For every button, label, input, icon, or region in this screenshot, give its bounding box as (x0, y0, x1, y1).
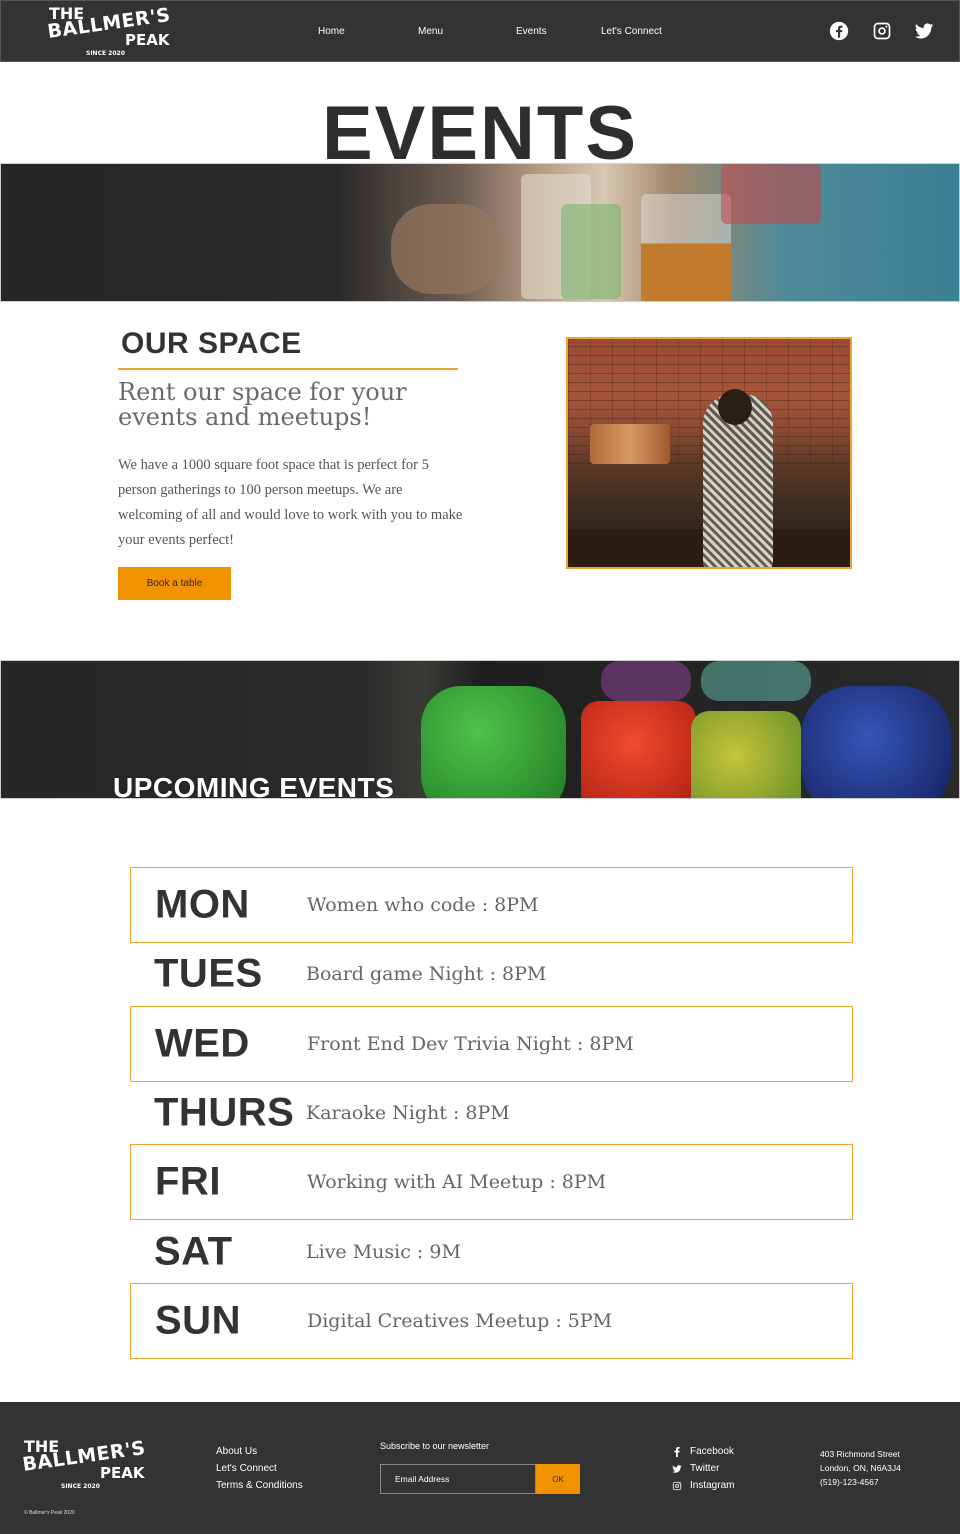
footer-links: About Us Let's Connect Terms & Condition… (216, 1443, 303, 1494)
heading-divider (118, 368, 458, 370)
footer-social-label: Twitter (690, 1463, 720, 1474)
event-name: Women who code : 8PM (307, 894, 539, 916)
event-day: THURS (154, 1090, 295, 1135)
footer-address: 403 Richmond Street London, ON, N6A3J4 (… (820, 1447, 901, 1489)
event-row-wed: WED Front End Dev Trivia Night : 8PM (130, 1006, 853, 1082)
copyright-text: © Ballmer's Peak 2020 (24, 1510, 75, 1516)
footer-twitter-link[interactable]: Twitter (672, 1460, 734, 1477)
newsletter-ok-button[interactable]: OK (536, 1464, 580, 1494)
logo-text-peak: PEAK (125, 31, 170, 49)
logo-text-since: SINCE 2020 (61, 1483, 100, 1490)
site-footer: THE BALLMER'S PEAK SINCE 2020 About Us L… (0, 1402, 960, 1534)
event-name: Board game Night : 8PM (306, 963, 547, 985)
page-title: EVENTS (321, 91, 639, 176)
event-row-mon: MON Women who code : 8PM (130, 867, 853, 943)
top-navbar: THE BALLMER'S PEAK SINCE 2020 Home Menu … (0, 0, 960, 62)
facebook-icon[interactable] (829, 21, 849, 41)
our-space-subheading: Rent our space for your events and meetu… (118, 378, 407, 431)
twitter-icon (672, 1464, 682, 1473)
event-day: SAT (154, 1229, 233, 1274)
event-day: TUES (154, 951, 263, 996)
twitter-icon[interactable] (914, 21, 934, 41)
hero-drinks-image (0, 163, 960, 302)
event-day: MON (155, 882, 250, 927)
event-day: FRI (155, 1159, 221, 1204)
facebook-icon (674, 1446, 680, 1457)
footer-social-links: Facebook Twitter Instagram (672, 1443, 734, 1494)
event-name: Working with AI Meetup : 8PM (307, 1171, 607, 1193)
logo-text-peak: PEAK (100, 1464, 145, 1482)
footer-link-terms[interactable]: Terms & Conditions (216, 1477, 303, 1494)
address-city: London, ON, N6A3J4 (820, 1463, 901, 1473)
our-space-heading: OUR SPACE (121, 327, 302, 360)
footer-link-lets-connect[interactable]: Let's Connect (216, 1460, 303, 1477)
footer-instagram-link[interactable]: Instagram (672, 1477, 734, 1494)
instagram-icon (672, 1481, 682, 1490)
logo-text-since: SINCE 2020 (86, 50, 125, 57)
brand-logo[interactable]: THE BALLMER'S PEAK SINCE 2020 (46, 4, 179, 60)
event-row-fri: FRI Working with AI Meetup : 8PM (130, 1144, 853, 1220)
upcoming-events-heading: UPCOMING EVENTS (113, 772, 395, 803)
event-day: WED (155, 1021, 250, 1066)
event-day: SUN (155, 1298, 241, 1343)
nav-link-menu[interactable]: Menu (418, 26, 443, 37)
event-row-thurs: THURS Karaoke Night : 8PM (130, 1075, 853, 1151)
newsletter-label: Subscribe to our newsletter (380, 1441, 490, 1451)
event-name: Digital Creatives Meetup : 5PM (307, 1310, 613, 1332)
footer-facebook-link[interactable]: Facebook (672, 1443, 734, 1460)
our-space-description: We have a 1000 square foot space that is… (118, 457, 463, 548)
event-name: Karaoke Night : 8PM (306, 1102, 510, 1124)
newsletter-email-input[interactable] (380, 1464, 536, 1494)
nav-link-events[interactable]: Events (516, 26, 547, 37)
nav-link-home[interactable]: Home (318, 26, 345, 37)
instagram-icon[interactable] (872, 21, 892, 41)
footer-link-about-us[interactable]: About Us (216, 1443, 303, 1460)
footer-brand-logo[interactable]: THE BALLMER'S PEAK SINCE 2020 (21, 1437, 154, 1497)
event-row-sun: SUN Digital Creatives Meetup : 5PM (130, 1283, 853, 1359)
event-name: Front End Dev Trivia Night : 8PM (307, 1033, 634, 1055)
address-phone: (519)-123-4567 (820, 1477, 879, 1487)
book-a-table-button[interactable]: Book a table (118, 567, 231, 600)
footer-social-label: Instagram (690, 1480, 735, 1491)
address-street: 403 Richmond Street (820, 1449, 900, 1459)
nav-link-lets-connect[interactable]: Let's Connect (601, 26, 662, 37)
event-name: Live Music : 9M (306, 1241, 461, 1263)
event-row-tues: TUES Board game Night : 8PM (130, 936, 853, 1012)
event-row-sat: SAT Live Music : 9M (130, 1214, 853, 1290)
bar-space-photo (566, 337, 852, 569)
footer-social-label: Facebook (690, 1446, 734, 1457)
